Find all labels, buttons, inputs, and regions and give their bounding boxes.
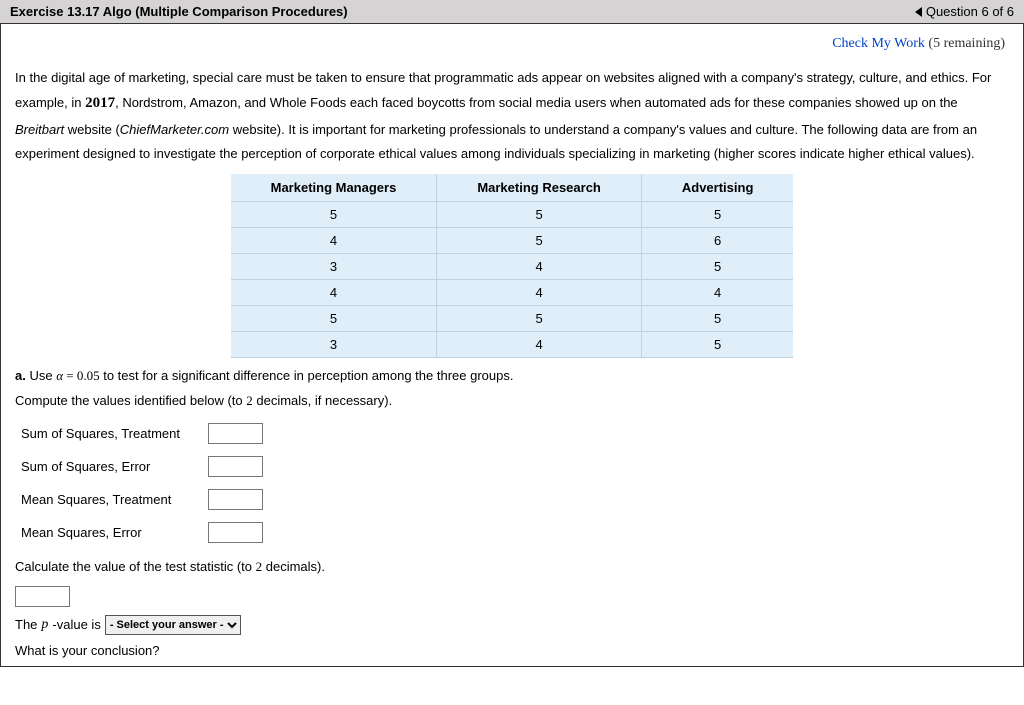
pv-post: -value is [52,617,100,632]
row-sse: Sum of Squares, Error [21,456,1009,477]
prose-1b: , Nordstrom, Amazon, and Whole Foods eac… [115,95,958,110]
compute-instruction: Compute the values identified below (to … [1,389,1023,414]
table-row: 555 [231,201,794,227]
conclusion-text: What is your conclusion? [15,643,160,658]
question-nav[interactable]: Question 6 of 6 [915,4,1014,19]
table-cell: 5 [641,253,793,279]
exercise-title: Exercise 13.17 Algo (Multiple Comparison… [10,4,348,19]
table-row: 444 [231,279,794,305]
table-cell: 3 [231,331,437,357]
prose-1c: website ( [64,122,120,137]
input-sst[interactable] [208,423,263,444]
anova-inputs: Sum of Squares, Treatment Sum of Squares… [1,413,1023,543]
table-row: 345 [231,253,794,279]
check-my-work-link[interactable]: Check My Work [832,36,925,51]
table-cell: 5 [641,305,793,331]
label-sst: Sum of Squares, Treatment [21,426,198,441]
prose-chief: ChiefMarketer.com [120,122,229,137]
table-cell: 4 [437,279,642,305]
table-header: Advertising [641,174,793,202]
input-sse[interactable] [208,456,263,477]
question-count: Question 6 of 6 [926,4,1014,19]
table-row: 555 [231,305,794,331]
part-a-t1: Use [26,368,56,383]
row-mst: Mean Squares, Treatment [21,489,1009,510]
table-cell: 4 [437,331,642,357]
label-sse: Sum of Squares, Error [21,459,198,474]
calc-instruction: Calculate the value of the test statisti… [1,555,1023,586]
table-cell: 4 [231,279,437,305]
table-cell: 4 [641,279,793,305]
compute-t1: Compute the values identified below (to [15,393,246,408]
check-remaining: (5 remaining) [928,36,1005,51]
table-cell: 5 [641,201,793,227]
calc-t2: decimals). [262,559,325,574]
label-mse: Mean Squares, Error [21,525,198,540]
prose-breitbart: Breitbart [15,122,64,137]
table-cell: 5 [437,227,642,253]
header-bar: Exercise 13.17 Algo (Multiple Comparison… [0,0,1024,23]
row-sst: Sum of Squares, Treatment [21,423,1009,444]
part-a: a. Use α = 0.05 to test for a significan… [1,360,1023,389]
compute-t2: decimals, if necessary). [253,393,392,408]
alpha-value: 0.05 [77,368,100,383]
table-cell: 4 [231,227,437,253]
table-cell: 5 [231,201,437,227]
table-row: 456 [231,227,794,253]
label-mst: Mean Squares, Treatment [21,492,198,507]
check-my-work-row: Check My Work (5 remaining) [1,24,1023,58]
prose-year: 2017 [85,95,115,111]
input-mst[interactable] [208,489,263,510]
content-frame: Check My Work (5 remaining) In the digit… [0,23,1024,667]
problem-statement: In the digital age of marketing, special… [1,58,1023,166]
conclusion-question: What is your conclusion? [1,641,1023,666]
test-stat-row [1,586,1023,613]
prev-arrow-icon[interactable] [915,7,922,17]
pv-p: p [41,617,48,633]
table-cell: 5 [437,201,642,227]
table-cell: 6 [641,227,793,253]
part-a-label: a. [15,368,26,383]
table-row: 345 [231,331,794,357]
table-cell: 5 [231,305,437,331]
table-cell: 5 [437,305,642,331]
data-table: Marketing ManagersMarketing ResearchAdve… [231,174,794,358]
input-mse[interactable] [208,522,263,543]
pv-pre: The [15,617,37,632]
eq-sign: = [63,368,77,383]
calc-t1: Calculate the value of the test statisti… [15,559,256,574]
input-test-statistic[interactable] [15,586,70,607]
pvalue-row: The p -value is - Select your answer - [1,613,1023,641]
row-mse: Mean Squares, Error [21,522,1009,543]
table-header: Marketing Managers [231,174,437,202]
table-cell: 4 [437,253,642,279]
table-header: Marketing Research [437,174,642,202]
alpha-symbol: α [56,368,63,383]
table-cell: 3 [231,253,437,279]
part-a-t2: to test for a significant difference in … [100,368,514,383]
table-cell: 5 [641,331,793,357]
pvalue-select[interactable]: - Select your answer - [105,615,241,635]
